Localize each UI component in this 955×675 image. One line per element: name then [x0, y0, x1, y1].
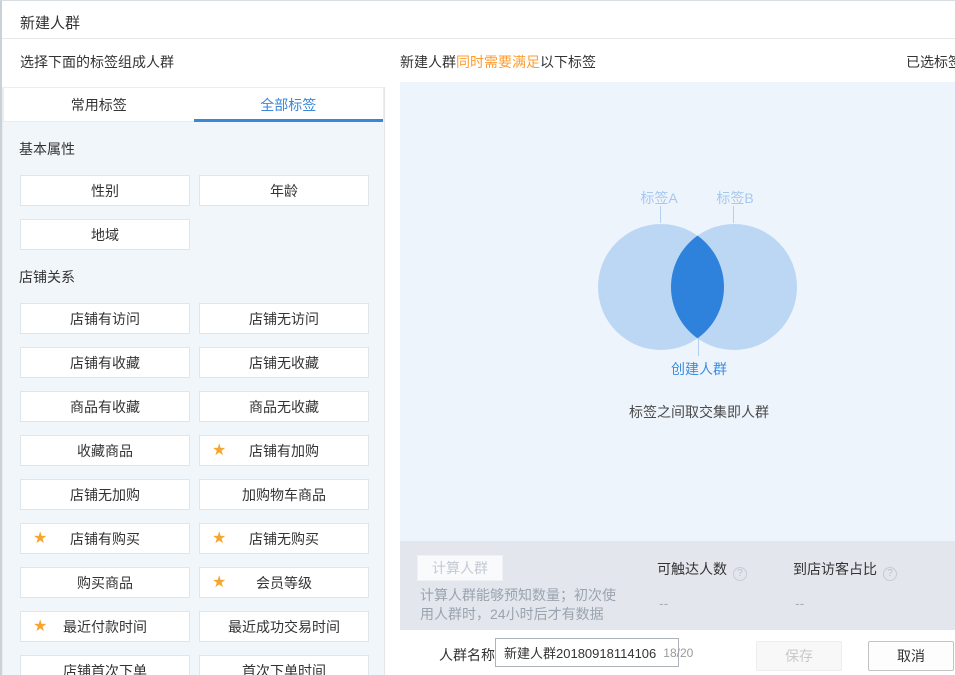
tag-label: 年龄: [270, 181, 298, 201]
star-icon: ★: [212, 443, 226, 459]
tag-grid-shop: 店铺有访问 店铺无访问店铺有收藏 店铺无收藏商品有收藏 商品无收藏收藏商品 ★ 店铺有加购…: [3, 303, 384, 675]
venn-label-a: 标签A: [629, 188, 689, 208]
tag-button[interactable]: ★ 店铺无购买: [199, 523, 369, 554]
calculate-crowd-button[interactable]: 计算人群: [417, 555, 503, 581]
metric-label: 可触达人数: [657, 559, 727, 579]
tab-common-tags[interactable]: 常用标签: [4, 88, 194, 121]
dialog-footer: 人群名称 新建人群20180918114106 18/20 保存 取消: [400, 630, 955, 675]
tag-button[interactable]: 店铺首次下单: [20, 655, 190, 675]
tag-button[interactable]: 店铺有收藏: [20, 347, 190, 378]
save-button[interactable]: 保存: [756, 641, 842, 671]
tag-button[interactable]: 店铺有访问: [20, 303, 190, 334]
tag-button[interactable]: 店铺无访问: [199, 303, 369, 334]
metric-reachable-count: 可触达人数? --: [657, 559, 747, 581]
crowd-name-label: 人群名称: [439, 645, 495, 665]
tag-button[interactable]: ★ 店铺有加购: [199, 435, 369, 466]
metric-visitor-ratio: 到店访客占比? --: [793, 559, 897, 581]
crowd-name-input[interactable]: 新建人群20180918114106 18/20: [495, 638, 679, 667]
venn-label-b: 标签B: [705, 188, 765, 208]
tag-label: 最近付款时间: [63, 617, 147, 637]
tag-button[interactable]: 收藏商品: [20, 435, 190, 466]
calc-note-line2: 用人群时，24小时后才有数据: [420, 604, 604, 624]
tag-label: 最近成功交易时间: [228, 617, 340, 637]
tab-all-tags[interactable]: 全部标签: [194, 88, 384, 121]
tag-button[interactable]: 购买商品: [20, 567, 190, 598]
tag-label: 店铺无购买: [249, 529, 319, 549]
venn-connector-b: [733, 206, 734, 223]
new-crowd-dialog: 新建人群 选择下面的标签组成人群 新建人群同时需要满足以下标签 已选标签 常用标…: [0, 0, 955, 675]
tag-label: 加购物车商品: [242, 485, 326, 505]
tag-button[interactable]: 性别: [20, 175, 190, 206]
metric-label: 到店访客占比: [793, 559, 877, 579]
tag-label: 店铺无加购: [70, 485, 140, 505]
section-title-basic: 基本属性: [19, 139, 366, 159]
tag-picker-panel: 常用标签 全部标签 基本属性 性别年龄地域 店铺关系 店铺有访问店铺无访问店铺有…: [2, 87, 385, 675]
venn-connector-center: [698, 338, 699, 356]
subtitle-highlight: 同时需要满足: [456, 54, 540, 70]
tag-label: 商品无收藏: [249, 397, 319, 417]
help-icon[interactable]: ?: [733, 567, 747, 581]
dialog-title-bar: 新建人群: [2, 1, 955, 39]
venn-center-label: 创建人群: [649, 359, 749, 379]
tag-label: 收藏商品: [77, 441, 133, 461]
tag-label: 店铺有加购: [249, 441, 319, 461]
crowd-name-value: 新建人群20180918114106: [504, 643, 656, 662]
stats-bar: 计算人群 计算人群能够预知数量；初次使 用人群时，24小时后才有数据 可触达人数…: [400, 541, 955, 630]
tag-label: 购买商品: [77, 573, 133, 593]
tag-label: 店铺有访问: [70, 309, 140, 329]
tag-button[interactable]: 商品无收藏: [199, 391, 369, 422]
tag-grid-basic: 性别 年龄地域: [3, 175, 384, 250]
tag-button[interactable]: ★ 店铺有购买: [20, 523, 190, 554]
tag-label: 店铺无访问: [249, 309, 319, 329]
tag-button[interactable]: 加购物车商品: [199, 479, 369, 510]
cancel-button[interactable]: 取消: [868, 641, 954, 671]
tag-button[interactable]: 店铺无收藏: [199, 347, 369, 378]
section-title-shop: 店铺关系: [19, 267, 366, 287]
tag-button[interactable]: 商品有收藏: [20, 391, 190, 422]
tag-label: 店铺有购买: [70, 529, 140, 549]
star-icon: ★: [212, 531, 226, 547]
subtitle-suffix: 以下标签: [540, 54, 596, 70]
tag-label: 地域: [91, 225, 119, 245]
calc-note-line1: 计算人群能够预知数量；初次使: [420, 585, 616, 605]
tag-label: 店铺无收藏: [249, 353, 319, 373]
tag-button[interactable]: 店铺无加购: [20, 479, 190, 510]
char-counter: 18/20: [663, 646, 693, 660]
venn-connector-a: [660, 206, 661, 223]
dialog-title: 新建人群: [20, 12, 80, 33]
tag-button[interactable]: ★ 最近付款时间: [20, 611, 190, 642]
tag-label: 会员等级: [256, 573, 312, 593]
selected-tags-link[interactable]: 已选标签: [906, 52, 955, 72]
star-icon: ★: [212, 575, 226, 591]
metric-value: --: [795, 595, 804, 611]
star-icon: ★: [33, 531, 47, 547]
tag-button[interactable]: 地域: [20, 219, 190, 250]
tag-label: 店铺有收藏: [70, 353, 140, 373]
right-panel-subtitle: 新建人群同时需要满足以下标签: [400, 52, 596, 72]
left-panel-subtitle: 选择下面的标签组成人群: [20, 52, 174, 72]
help-icon[interactable]: ?: [883, 567, 897, 581]
tag-button[interactable]: ★ 会员等级: [199, 567, 369, 598]
star-icon: ★: [33, 619, 47, 635]
venn-diagram: [596, 222, 801, 352]
tag-label: 性别: [91, 181, 119, 201]
subtitle-prefix: 新建人群: [400, 54, 456, 70]
tag-label: 店铺首次下单: [63, 661, 147, 675]
venn-caption: 标签之间取交集即人群: [614, 402, 784, 422]
tag-label: 首次下单时间: [242, 661, 326, 675]
tag-button[interactable]: 最近成功交易时间: [199, 611, 369, 642]
tag-tab-bar: 常用标签 全部标签: [3, 87, 384, 122]
metric-value: --: [659, 595, 668, 611]
tag-sections: 基本属性 性别 年龄地域 店铺关系 店铺有访问 店铺无访问店铺有收藏 店铺无收藏商品有…: [3, 122, 384, 675]
venn-illustration-panel: 标签A 标签B 创建人群 标签之间取交集即人群: [400, 82, 955, 541]
tag-label: 商品有收藏: [70, 397, 140, 417]
tag-button[interactable]: 首次下单时间: [199, 655, 369, 675]
tag-button[interactable]: 年龄: [199, 175, 369, 206]
